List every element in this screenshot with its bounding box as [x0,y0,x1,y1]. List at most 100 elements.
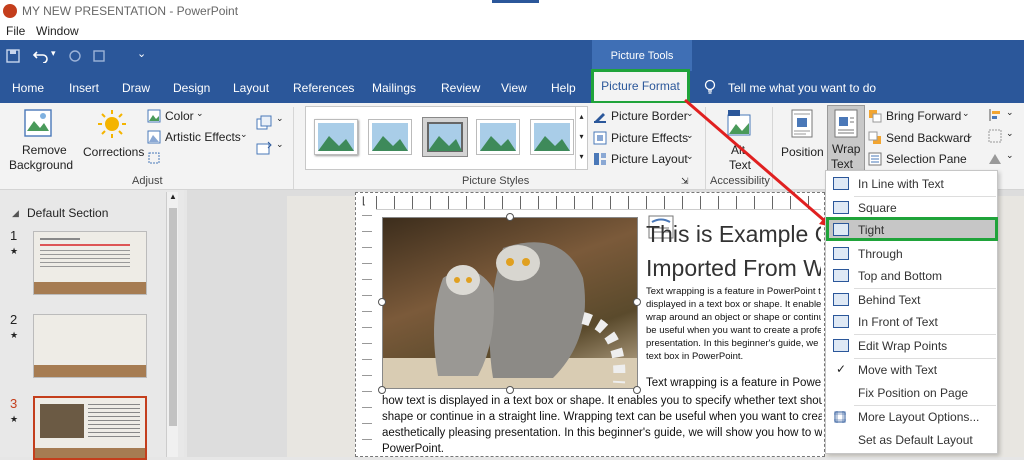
menu-item-move-with-text[interactable]: Move with Text [858,363,937,377]
menu-item-more-layout-options[interactable]: More Layout Options... [858,410,979,424]
dialog-launcher-icon[interactable]: ⇲ [681,176,689,187]
color-dropdown-icon[interactable]: ⌄ [196,108,204,119]
menu-file[interactable]: File [6,24,25,38]
tab-references[interactable]: References [293,81,354,95]
wrap-text-button[interactable]: Wrap Text [827,105,865,173]
menu-item-top-and-bottom[interactable]: Top and Bottom [858,269,942,283]
scroll-thumb[interactable] [169,208,177,426]
layout-dropdown-icon[interactable]: ⌄ [686,151,694,162]
transparency-icon[interactable] [147,151,161,165]
bring-forward-dropdown-icon[interactable]: ⌄ [962,108,970,119]
save-icon[interactable] [6,49,20,63]
scroll-up-icon[interactable]: ▲ [169,192,177,201]
border-dropdown-icon[interactable]: ⌄ [686,108,694,119]
send-backward-dropdown-icon[interactable]: ⌄ [966,130,974,141]
menu-item-behind-text[interactable]: Behind Text [858,293,921,307]
align-dropdown-icon[interactable]: ⌄ [1006,107,1014,118]
position-button[interactable]: Position [780,107,826,173]
gallery-scroll[interactable]: ▴ ▾ ▾ [575,107,587,169]
picture-styles-gallery[interactable]: ▴ ▾ ▾ [305,106,588,170]
change-picture-dropdown-icon[interactable]: ⌄ [276,139,284,150]
tab-view[interactable]: View [501,81,527,95]
menu-window[interactable]: Window [36,24,79,38]
title-center-indicator [492,0,539,3]
bring-forward-icon [869,110,882,123]
picture-border-icon [594,113,606,123]
style-thumb[interactable] [476,119,520,155]
group-dropdown-icon[interactable]: ⌄ [1006,128,1014,139]
artistic-effects-button[interactable]: Artistic Effects [165,130,241,144]
effects-dropdown-icon[interactable]: ⌄ [686,130,694,141]
compress-dropdown-icon[interactable]: ⌄ [276,113,284,124]
bring-forward-button[interactable]: Bring Forward [886,109,961,123]
redo-icon[interactable] [68,49,82,63]
section-collapse-icon[interactable]: ◢ [12,208,19,219]
tab-insert[interactable]: Insert [69,81,99,95]
square-icon [833,201,849,214]
slide-thumbnail[interactable] [33,314,147,378]
picture-border-button[interactable]: Picture Border [611,109,688,123]
picture-tools-label: Picture Tools [592,40,692,71]
selection-pane-button[interactable]: Selection Pane [886,152,967,166]
align-icon[interactable] [988,108,1002,122]
artistic-effects-icon [147,130,161,144]
group-icon[interactable] [988,129,1002,143]
alt-text-button[interactable]: Alt Text [716,107,762,173]
thumb-floor [34,282,146,294]
slide-thumbnail-active[interactable] [33,396,147,460]
tab-review[interactable]: Review [441,81,480,95]
menu-item-through[interactable]: Through [858,247,903,261]
selection-handle[interactable] [633,298,641,306]
menu-item-in-front-of-text[interactable]: In Front of Text [858,315,938,329]
undo-icon[interactable] [33,49,49,63]
artistic-dropdown-icon[interactable]: ⌄ [240,129,248,140]
repeat-icon[interactable] [92,49,106,63]
title-bar: MY NEW PRESENTATION - PowerPoint [0,0,1024,22]
picture-layout-button[interactable]: Picture Layout [611,152,688,166]
style-thumb[interactable] [314,119,358,155]
rotate-icon[interactable] [988,151,1002,165]
menu-item-edit-wrap-points[interactable]: Edit Wrap Points [858,339,947,353]
style-thumb[interactable] [368,119,412,155]
send-backward-button[interactable]: Send Backward [886,131,970,145]
style-thumb[interactable] [530,119,574,155]
menu-item-set-default-layout[interactable]: Set as Default Layout [858,433,973,447]
tab-draw[interactable]: Draw [122,81,150,95]
style-thumb-selected[interactable] [422,117,468,157]
menu-item-tight[interactable]: Tight [858,223,884,237]
tab-mailings[interactable]: Mailings [372,81,416,95]
tab-design[interactable]: Design [173,81,210,95]
tab-help[interactable]: Help [551,81,576,95]
compress-pictures-icon[interactable] [256,115,272,131]
selection-handle[interactable] [506,213,514,221]
tab-layout[interactable]: Layout [233,81,269,95]
wrap-label-line2: Text [831,157,854,171]
undo-dropdown-icon[interactable]: ▾ [51,48,56,59]
section-name[interactable]: Default Section [27,206,108,220]
thumb-photo [40,404,84,438]
tab-picture-format[interactable]: Picture Format [591,69,690,104]
corrections-button[interactable]: Corrections [82,107,144,173]
selection-handle[interactable] [378,298,386,306]
rotate-dropdown-icon[interactable]: ⌄ [1006,150,1014,161]
menu-item-square[interactable]: Square [858,201,897,215]
lemur-photo[interactable] [382,217,638,389]
top-and-bottom-icon [833,269,849,282]
remove-background-button[interactable]: Remove Background [4,107,74,173]
color-button[interactable]: Color [165,109,194,123]
vertical-ruler [362,215,372,455]
edit-wrap-points-icon [833,339,849,352]
thumbnails-scrollbar[interactable]: ▲ [166,192,178,457]
tab-home[interactable]: Home [12,81,44,95]
menu-item-inline-with-text[interactable]: In Line with Text [858,177,944,191]
tell-me-search[interactable]: Tell me what you want to do [728,81,876,95]
slide-thumbnail[interactable] [33,231,147,295]
slide-textbox-frame[interactable]: ⌊ This is Example Of Imported From W Tex… [355,192,825,457]
customize-qat-icon[interactable]: ⌄ [137,47,146,60]
ruler-tab-icon[interactable]: ⌊ [362,196,366,207]
picture-effects-button[interactable]: Picture Effects [611,131,688,145]
para1-line: displayed in a text box or shape. It ena… [646,299,821,310]
menu-item-fix-position[interactable]: Fix Position on Page [858,386,968,400]
change-picture-icon[interactable] [256,141,272,157]
thumb-red-line [40,244,130,246]
